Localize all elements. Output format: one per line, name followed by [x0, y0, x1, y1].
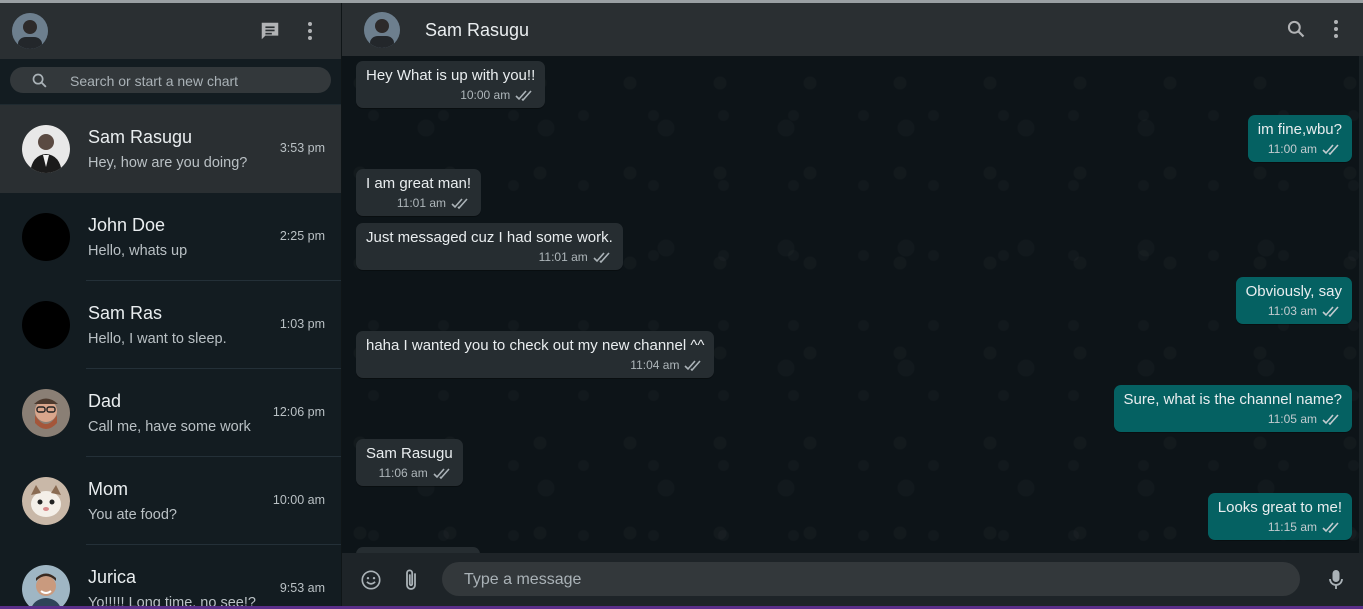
- search-bar: [0, 59, 341, 105]
- double-check-icon: [433, 467, 450, 479]
- sidebar-header: [0, 3, 341, 59]
- search-icon: [31, 72, 48, 94]
- chat-last-message: Hello, I want to sleep.: [88, 331, 227, 347]
- chat-last-message: You ate food?: [88, 507, 177, 523]
- message-incoming: Hey What is up with you!! 10:00 am: [356, 61, 546, 108]
- message-time: 11:00 am: [1267, 142, 1317, 156]
- message-incoming: haha I wanted you to check out my new ch…: [356, 331, 715, 378]
- chat-item-dad[interactable]: Dad Call me, have some work 12:06 pm: [0, 369, 341, 457]
- avatar: [22, 301, 70, 349]
- chat-item-mom[interactable]: Mom You ate food? 10:00 am: [0, 457, 341, 545]
- message-time: 11:04 am: [630, 358, 680, 372]
- message-outgoing: im fine,wbu? 11:00 am: [1247, 115, 1352, 162]
- menu-dots-icon[interactable]: [296, 17, 324, 45]
- double-check-icon: [515, 89, 532, 101]
- chat-name: Dad: [88, 391, 122, 411]
- chat-name: Sam Ras: [88, 303, 163, 323]
- double-check-icon: [1322, 143, 1339, 155]
- chat-time: 3:53 pm: [279, 141, 325, 155]
- double-check-icon: [1322, 413, 1339, 425]
- message-time: 10:00 am: [460, 88, 511, 102]
- avatar: [22, 125, 70, 173]
- message-time: 11:15 am: [1267, 520, 1317, 534]
- contact-name[interactable]: Sam Rasugu: [425, 20, 529, 41]
- chat-item-john-doe[interactable]: John Doe Hello, whats up 2:25 pm: [0, 193, 341, 281]
- double-check-icon: [1322, 305, 1339, 317]
- double-check-icon: [1322, 521, 1339, 533]
- mic-icon[interactable]: [1321, 565, 1351, 595]
- chat-last-message: Hello, whats up: [88, 243, 188, 259]
- message-outgoing: Sure, what is the channel name? 11:05 am: [1113, 385, 1352, 432]
- message-text: im fine,wbu?: [1257, 121, 1342, 138]
- message-text: Sure, what is the channel name?: [1123, 391, 1342, 408]
- message-time: 11:01 am: [396, 196, 447, 210]
- chat-time: 9:53 am: [279, 581, 325, 595]
- message-outgoing: Obviously, say 11:03 am: [1235, 277, 1352, 324]
- message-time: 11:06 am: [378, 466, 428, 480]
- composer: [342, 553, 1363, 606]
- avatar: [22, 213, 70, 261]
- menu-dots-icon[interactable]: [1322, 15, 1350, 43]
- message-incoming: I am great man! 11:01 am: [356, 169, 482, 216]
- avatar: [22, 565, 70, 606]
- double-check-icon: [593, 251, 610, 263]
- double-check-icon: [684, 359, 702, 371]
- chat-last-message: Hey, how are you doing?: [88, 155, 248, 171]
- search-box[interactable]: [10, 67, 331, 95]
- message-incoming: Sam Rasugu 11:06 am: [356, 439, 463, 486]
- search-input[interactable]: [68, 67, 322, 95]
- message-text: Looks great to me!: [1217, 499, 1342, 516]
- message-outgoing: Looks great to me! 11:15 am: [1207, 493, 1352, 540]
- avatar: [22, 389, 70, 437]
- chat-last-message: Yo!!!!! Long time, no see!?: [88, 595, 256, 606]
- chat-last-message: Call me, have some work: [88, 419, 251, 435]
- chat-time: 12:06 pm: [272, 405, 325, 419]
- avatar: [22, 477, 70, 525]
- chat-name: Jurica: [88, 567, 137, 587]
- chat-name: John Doe: [88, 215, 166, 235]
- message-time: 11:01 am: [538, 250, 588, 264]
- message-text: Obviously, say: [1245, 283, 1342, 300]
- chat-time: 10:00 am: [272, 493, 325, 507]
- new-chat-icon[interactable]: [256, 17, 284, 45]
- sidebar: Sam Rasugu Hey, how are you doing? 3:53 …: [0, 3, 341, 606]
- double-check-icon: [451, 197, 468, 209]
- message-incoming: Just messaged cuz I had some work. 11:01…: [356, 223, 623, 270]
- message-time: 11:03 am: [1267, 304, 1317, 318]
- chat-item-sam-ras[interactable]: Sam Ras Hello, I want to sleep. 1:03 pm: [0, 281, 341, 369]
- message-box[interactable]: [442, 562, 1300, 598]
- conversation-header: Sam Rasugu: [342, 3, 1363, 56]
- contact-avatar[interactable]: [364, 12, 400, 48]
- message-time: 11:05 am: [1267, 412, 1317, 426]
- message-text: Just messaged cuz I had some work.: [366, 229, 613, 246]
- chat-name: Sam Rasugu: [88, 127, 193, 147]
- attach-icon[interactable]: [396, 565, 426, 595]
- message-text: Sam Rasugu: [366, 445, 453, 462]
- chat-name: Mom: [88, 479, 128, 499]
- message-text: haha I wanted you to check out my new ch…: [366, 337, 705, 354]
- message-input[interactable]: [462, 562, 1286, 598]
- my-avatar[interactable]: [12, 13, 48, 49]
- message-list[interactable]: Hey What is up with you!! 10:00 am im fi…: [342, 56, 1363, 553]
- scrollbar[interactable]: [1359, 56, 1363, 553]
- search-icon[interactable]: [1282, 15, 1310, 43]
- chat-item-jurica[interactable]: Jurica Yo!!!!! Long time, no see!? 9:53 …: [0, 545, 341, 606]
- emoji-icon[interactable]: [356, 565, 386, 595]
- chat-time: 2:25 pm: [279, 229, 325, 243]
- conversation-panel: Sam Rasugu Hey What is up with you!! 10:…: [342, 3, 1363, 606]
- message-text: I am great man!: [366, 175, 472, 192]
- chat-time: 1:03 pm: [279, 317, 325, 331]
- message-text: Hey What is up with you!!: [366, 67, 536, 84]
- chat-item-sam-rasugu[interactable]: Sam Rasugu Hey, how are you doing? 3:53 …: [0, 105, 341, 193]
- chat-list: Sam Rasugu Hey, how are you doing? 3:53 …: [0, 105, 341, 606]
